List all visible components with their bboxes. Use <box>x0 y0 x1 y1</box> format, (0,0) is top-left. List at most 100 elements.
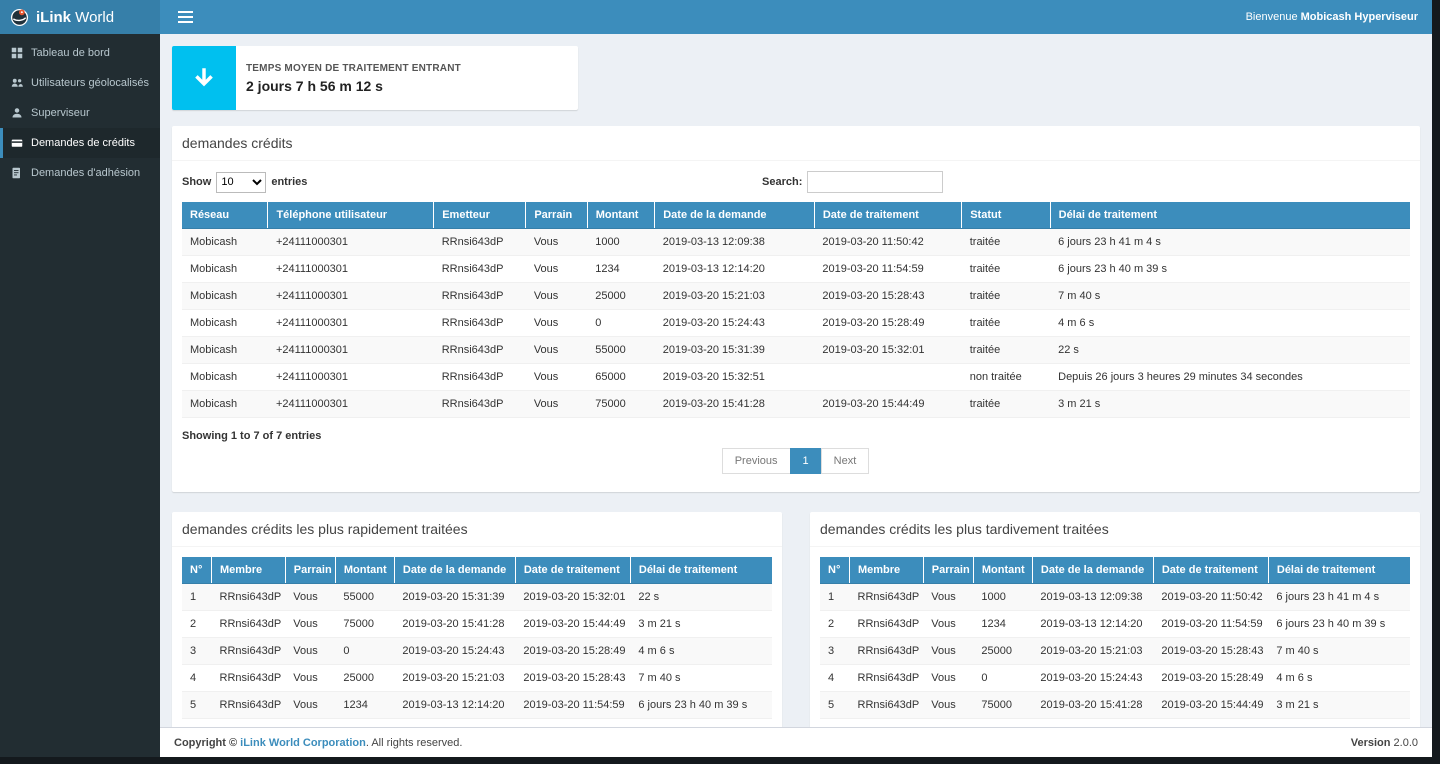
sidebar-item-demandes-de-credits[interactable]: Demandes de crédits <box>0 128 160 158</box>
column-header[interactable]: Parrain <box>923 557 973 584</box>
column-header[interactable]: N° <box>182 557 212 584</box>
sidebar-item-label: Tableau de bord <box>31 47 110 59</box>
infobox-label: TEMPS MOYEN DE TRAITEMENT ENTRANT <box>246 63 461 74</box>
table-cell: traitée <box>962 391 1050 418</box>
column-header[interactable]: N° <box>820 557 850 584</box>
table-cell: Depuis 26 jours 3 heures 29 minutes 34 s… <box>1050 364 1410 391</box>
table-cell: 4 m 6 s <box>630 638 772 665</box>
column-header[interactable]: Statut <box>962 202 1050 229</box>
table-row: Mobicash+24111000301RRnsi643dPVous550002… <box>182 337 1410 364</box>
column-header[interactable]: Délai de traitement <box>1050 202 1410 229</box>
page-length-select[interactable]: 10 <box>216 172 266 193</box>
table-cell: Vous <box>526 364 587 391</box>
table-cell: 2019-03-20 15:44:49 <box>1153 692 1268 719</box>
column-header[interactable]: Date de la demande <box>1032 557 1153 584</box>
table-cell: 2019-03-20 15:28:49 <box>1153 665 1268 692</box>
sidebar-item-label: Demandes de crédits <box>31 137 135 149</box>
pagination: Previous 1 Next <box>182 448 1410 474</box>
table-cell: 1 <box>820 584 850 611</box>
table-cell: 2019-03-20 11:54:59 <box>1153 611 1268 638</box>
table-cell: 2019-03-20 11:50:42 <box>1153 584 1268 611</box>
table-cell: 2019-03-20 15:32:01 <box>814 337 961 364</box>
table-cell: 1234 <box>335 692 394 719</box>
column-header[interactable]: Parrain <box>526 202 587 229</box>
sidebar-item-demandes-adhesion[interactable]: Demandes d'adhésion <box>0 158 160 188</box>
sidebar-item-tableau-de-bord[interactable]: Tableau de bord <box>0 38 160 68</box>
bottom-panels: demandes crédits les plus rapidement tra… <box>172 512 1420 727</box>
table-cell: 2019-03-20 11:54:59 <box>814 256 961 283</box>
table-row: 5RRnsi643dPVous750002019-03-20 15:41:282… <box>820 692 1410 719</box>
table-cell: 2019-03-20 15:21:03 <box>655 283 815 310</box>
table-summary: Showing 1 to 7 of 7 entries <box>182 430 1410 442</box>
company-link[interactable]: iLink World Corporation <box>240 737 366 749</box>
column-header[interactable]: Date de traitement <box>515 557 630 584</box>
table-cell: Vous <box>923 584 973 611</box>
table-cell: 2019-03-20 15:41:28 <box>394 611 515 638</box>
column-header[interactable]: Date de la demande <box>394 557 515 584</box>
sidebar-item-utilisateurs-geolocalises[interactable]: Utilisateurs géolocalisés <box>0 68 160 98</box>
table-cell: 2019-03-20 15:31:39 <box>394 584 515 611</box>
table-cell: Vous <box>285 692 335 719</box>
pagination-page-1-button[interactable]: 1 <box>790 448 822 474</box>
column-header[interactable]: Réseau <box>182 202 268 229</box>
sidebar-item-superviseur[interactable]: Superviseur <box>0 98 160 128</box>
column-header[interactable]: Téléphone utilisateur <box>268 202 434 229</box>
table-cell: +24111000301 <box>268 337 434 364</box>
table-cell: Vous <box>526 391 587 418</box>
table-cell: 2019-03-20 15:32:51 <box>655 364 815 391</box>
table-cell: Vous <box>285 584 335 611</box>
table-cell: 2019-03-20 15:28:43 <box>1153 638 1268 665</box>
panel-body: N°MembreParrainMontantDate de la demande… <box>172 547 782 727</box>
table-cell: 1234 <box>587 256 655 283</box>
table-cell <box>814 364 961 391</box>
fastest-processed-panel: demandes crédits les plus rapidement tra… <box>172 512 782 727</box>
table-cell: 3 m 21 s <box>1050 391 1410 418</box>
column-header[interactable]: Délai de traitement <box>1268 557 1410 584</box>
pagination-next-button[interactable]: Next <box>821 448 870 474</box>
sidebar-toggle-icon[interactable] <box>174 7 197 27</box>
dashboard-icon <box>11 47 23 59</box>
search-control: Search: <box>762 171 943 193</box>
table-cell: RRnsi643dP <box>434 391 526 418</box>
brand-logo[interactable]: iLink World <box>0 0 160 34</box>
page-length-control: Show 10 entries <box>182 172 307 193</box>
table-cell: 5 <box>182 692 212 719</box>
table-cell: 25000 <box>973 638 1032 665</box>
table-cell: 1000 <box>587 229 655 256</box>
table-cell: 75000 <box>973 692 1032 719</box>
table-cell: 2019-03-20 11:50:42 <box>814 229 961 256</box>
table-cell: 2 <box>820 611 850 638</box>
fastest-processed-table: N°MembreParrainMontantDate de la demande… <box>182 557 772 719</box>
table-cell: traitée <box>962 229 1050 256</box>
table-cell: 5 <box>820 692 850 719</box>
table-cell: 2019-03-13 12:14:20 <box>655 256 815 283</box>
column-header[interactable]: Date de la demande <box>655 202 815 229</box>
table-cell: 55000 <box>587 337 655 364</box>
column-header[interactable]: Montant <box>973 557 1032 584</box>
table-cell: RRnsi643dP <box>434 283 526 310</box>
column-header[interactable]: Date de traitement <box>814 202 961 229</box>
column-header[interactable]: Montant <box>587 202 655 229</box>
sidebar-item-label: Superviseur <box>31 107 90 119</box>
table-cell: 3 m 21 s <box>630 611 772 638</box>
table-cell: 3 <box>182 638 212 665</box>
column-header[interactable]: Parrain <box>285 557 335 584</box>
column-header[interactable]: Membre <box>850 557 924 584</box>
pagination-previous-button[interactable]: Previous <box>722 448 791 474</box>
column-header[interactable]: Délai de traitement <box>630 557 772 584</box>
table-cell: Vous <box>526 283 587 310</box>
column-header[interactable]: Membre <box>212 557 286 584</box>
table-cell: 3 m 21 s <box>1268 692 1410 719</box>
table-cell: 6 jours 23 h 40 m 39 s <box>630 692 772 719</box>
column-header[interactable]: Emetteur <box>434 202 526 229</box>
search-input[interactable] <box>807 171 943 193</box>
table-cell: RRnsi643dP <box>850 665 924 692</box>
table-cell: 2019-03-13 12:09:38 <box>655 229 815 256</box>
column-header[interactable]: Date de traitement <box>1153 557 1268 584</box>
sidebar-item-label: Utilisateurs géolocalisés <box>31 77 149 89</box>
table-cell: 4 <box>182 665 212 692</box>
table-cell: 4 m 6 s <box>1268 665 1410 692</box>
column-header[interactable]: Montant <box>335 557 394 584</box>
table-cell: 65000 <box>587 364 655 391</box>
sidebar: Tableau de bord Utilisateurs géolocalisé… <box>0 34 160 757</box>
